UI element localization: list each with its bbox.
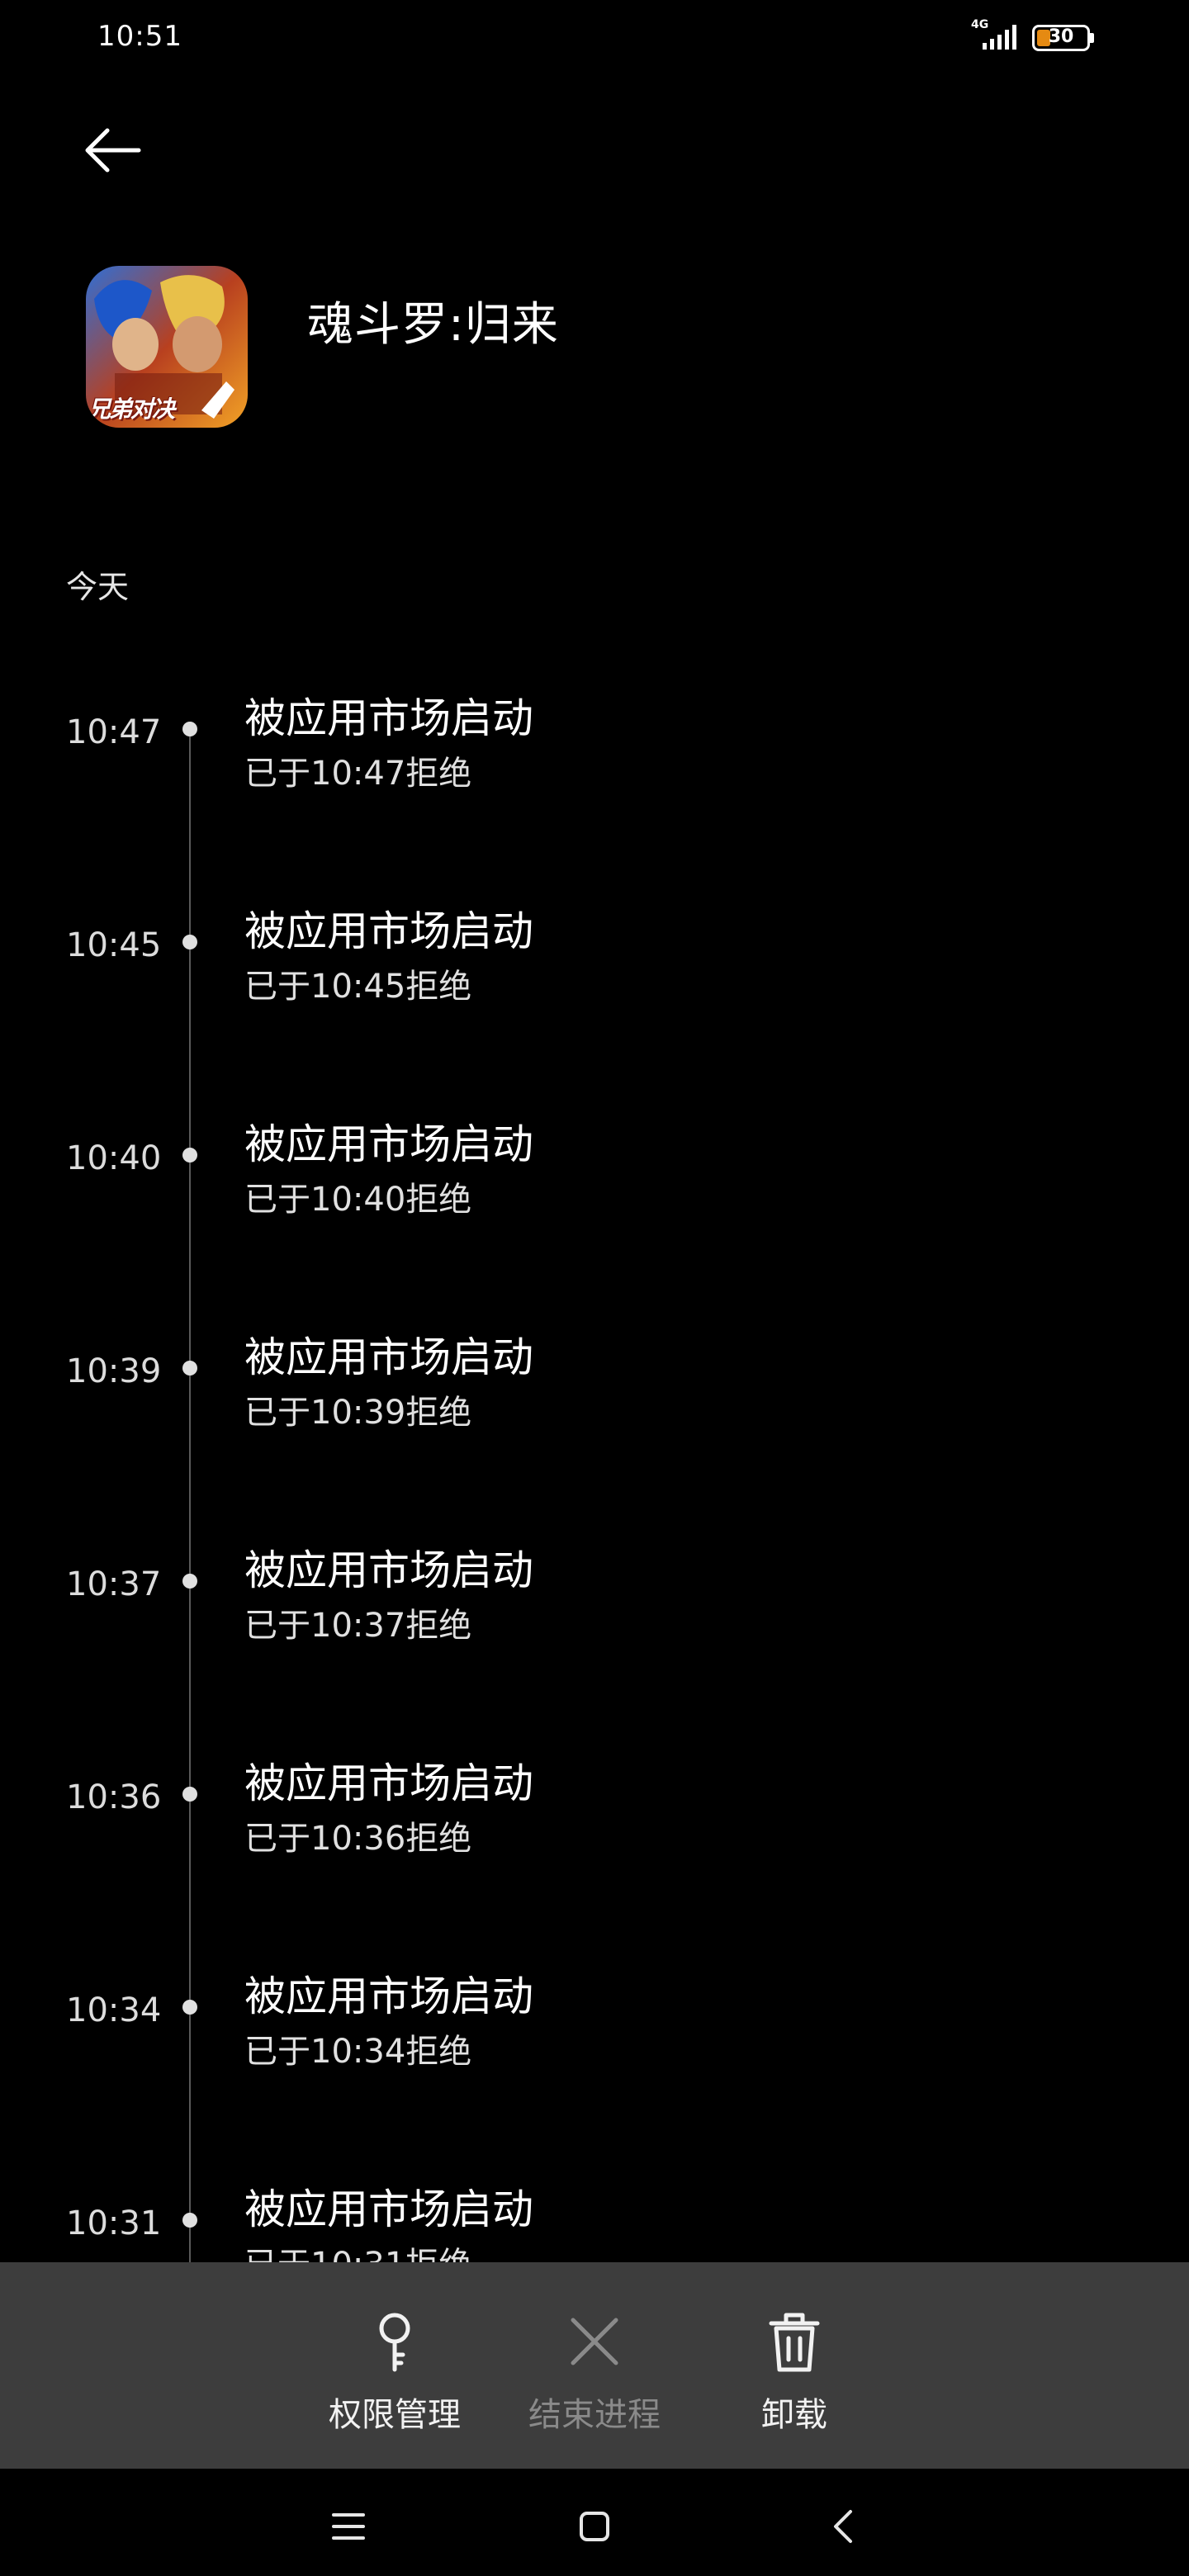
event-title: 被应用市场启动: [244, 2185, 533, 2233]
close-icon: [571, 2318, 618, 2365]
permission-management-label: 权限管理: [329, 2396, 461, 2434]
timeline-dot: [182, 1148, 197, 1163]
timeline-event: 10:36 被应用市场启动 已于10:36拒绝: [0, 1750, 1189, 1963]
event-title: 被应用市场启动: [244, 694, 533, 742]
event-title: 被应用市场启动: [244, 1333, 533, 1381]
event-title: 被应用市场启动: [244, 1546, 533, 1594]
event-detail: 已于10:47拒绝: [244, 755, 472, 793]
event-title: 被应用市场启动: [244, 1972, 533, 2020]
event-time: 10:47: [66, 713, 162, 751]
back-chevron-icon: [834, 2510, 852, 2543]
timeline-dot: [182, 935, 197, 949]
timeline-dot: [182, 1787, 197, 1802]
timeline-event: 10:39 被应用市场启动 已于10:39拒绝: [0, 1324, 1189, 1537]
timeline-event: 10:45 被应用市场启动 已于10:45拒绝: [0, 898, 1189, 1111]
uninstall-label: 卸载: [761, 2396, 827, 2434]
event-time: 10:37: [66, 1565, 162, 1603]
key-icon: [379, 2313, 410, 2372]
timeline-dot: [182, 2213, 197, 2228]
event-detail: 已于10:34拒绝: [244, 2033, 472, 2071]
system-nav-bar: [0, 2469, 1189, 2576]
event-time: 10:45: [66, 926, 162, 964]
event-detail: 已于10:40拒绝: [244, 1181, 472, 1219]
event-time: 10:31: [66, 2204, 162, 2242]
system-back-button[interactable]: [803, 2493, 885, 2559]
permission-management-button[interactable]: 权限管理: [304, 2262, 486, 2469]
end-process-button[interactable]: 结束进程: [504, 2262, 685, 2469]
action-bar: 权限管理 结束进程 卸载: [0, 2262, 1189, 2469]
event-time: 10:34: [66, 1991, 162, 2029]
timeline-dot: [182, 2000, 197, 2015]
event-time: 10:36: [66, 1778, 162, 1816]
event-time: 10:40: [66, 1139, 162, 1177]
recent-apps-button[interactable]: [307, 2493, 390, 2559]
home-square-icon: [580, 2512, 609, 2541]
event-title: 被应用市场启动: [244, 907, 533, 955]
home-button[interactable]: [553, 2493, 636, 2559]
uninstall-button[interactable]: 卸载: [703, 2262, 885, 2469]
event-detail: 已于10:39拒绝: [244, 1394, 472, 1432]
end-process-label: 结束进程: [528, 2396, 661, 2434]
timeline-dot: [182, 1574, 197, 1589]
timeline-dot: [182, 722, 197, 736]
timeline-dot: [182, 1361, 197, 1376]
event-detail: 已于10:37拒绝: [244, 1607, 472, 1645]
event-title: 被应用市场启动: [244, 1759, 533, 1807]
event-title: 被应用市场启动: [244, 1120, 533, 1168]
timeline-event: 10:47 被应用市场启动 已于10:47拒绝: [0, 685, 1189, 898]
timeline-event: 10:40 被应用市场启动 已于10:40拒绝: [0, 1111, 1189, 1324]
timeline-event: 10:34 被应用市场启动 已于10:34拒绝: [0, 1963, 1189, 2176]
event-timeline: 10:47 被应用市场启动 已于10:47拒绝 10:45 被应用市场启动 已于…: [0, 0, 1189, 2262]
trash-icon: [769, 2313, 820, 2372]
event-detail: 已于10:36拒绝: [244, 1820, 472, 1858]
event-detail: 已于10:45拒绝: [244, 968, 472, 1006]
timeline-event: 10:31 被应用市场启动 已于10:31拒绝: [0, 2176, 1189, 2262]
event-detail: 已于10:31拒绝: [244, 2237, 471, 2262]
event-time: 10:39: [66, 1352, 162, 1390]
timeline-event: 10:37 被应用市场启动 已于10:37拒绝: [0, 1537, 1189, 1750]
menu-icon: [332, 2513, 365, 2540]
